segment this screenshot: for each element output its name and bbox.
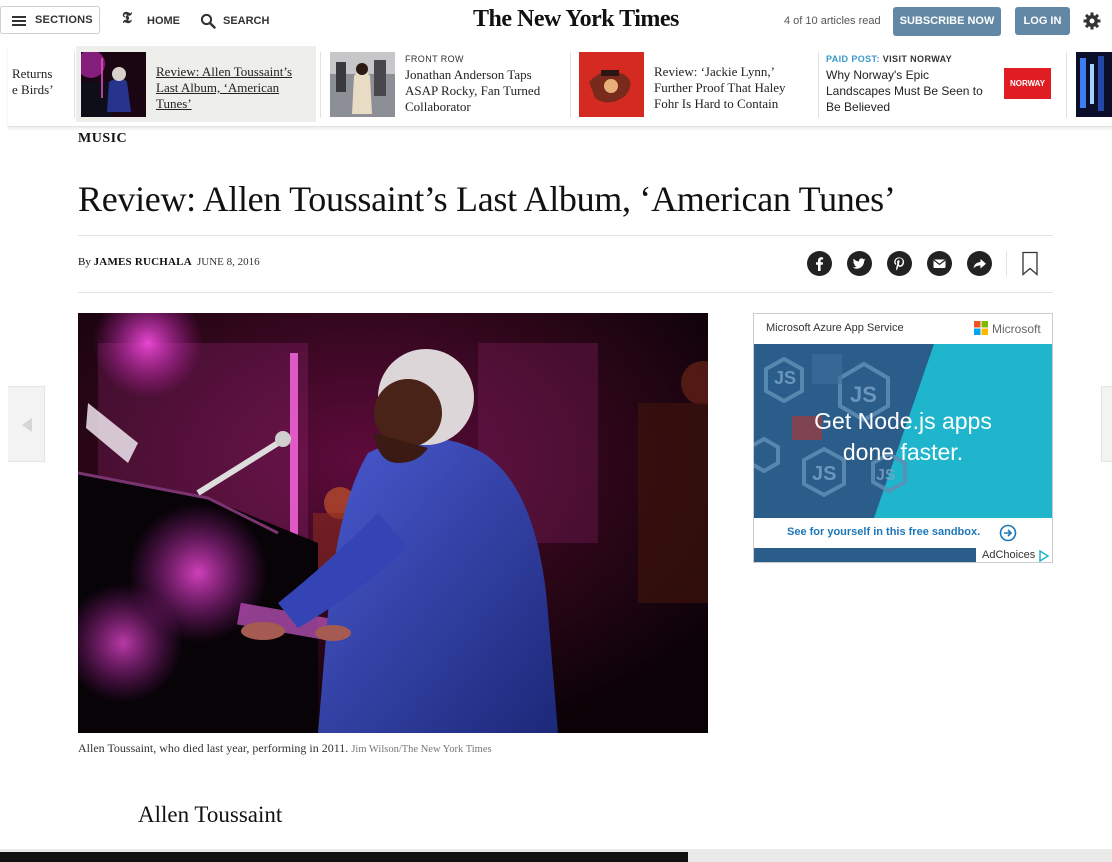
ribbon-item-paid-post[interactable]: PAID POST: VISIT NORWAY Why Norway's Epi…	[820, 46, 1064, 122]
ribbon-headline: Review: ‘Jackie Lynn,’ Further Proof That…	[654, 64, 786, 111]
gear-icon[interactable]	[1083, 12, 1101, 30]
ad-brand: Microsoft	[992, 322, 1041, 336]
ad-title: Microsoft Azure App Service	[766, 322, 904, 334]
login-button[interactable]: LOG IN	[1015, 7, 1070, 35]
ad-cta-text[interactable]: See for yourself in this free sandbox.	[787, 526, 980, 538]
byline: By JAMES RUCHALA	[78, 256, 192, 268]
toussaint-performance-photo	[78, 313, 708, 733]
ribbon-kicker: FRONT ROW	[405, 54, 464, 64]
article-photo[interactable]	[78, 313, 708, 733]
top-bar: SECTIONS 𝕿 HOME SEARCH The New York Time…	[0, 0, 1112, 44]
svg-text:JS: JS	[876, 467, 896, 484]
ribbon-kicker: PAID POST: VISIT NORWAY	[826, 54, 953, 64]
ribbon-headline: Returns e Birds’	[12, 66, 54, 97]
divider	[78, 235, 1053, 236]
ad-unit[interactable]: Microsoft Azure App Service Microsoft JS	[753, 313, 1053, 563]
ad-cta-row[interactable]: See for yourself in this free sandbox.	[754, 518, 1052, 548]
search-icon	[200, 13, 216, 29]
article-count: 4 of 10 articles read	[784, 15, 881, 27]
ad-header: Microsoft Azure App Service Microsoft	[754, 314, 1052, 344]
chevron-left-icon	[22, 418, 32, 432]
hamburger-icon	[12, 16, 26, 26]
nyt-logo[interactable]: The New York Times	[473, 6, 679, 33]
taskbar-strip	[0, 852, 688, 862]
ribbon-item-active[interactable]: Review: Allen Toussaint’s Last Album, ‘Am…	[76, 46, 316, 122]
previous-article-button[interactable]	[8, 386, 45, 462]
home-label: HOME	[147, 15, 180, 27]
concert-thumbnail	[1076, 52, 1112, 117]
photo-credit: Jim Wilson/The New York Times	[351, 744, 492, 755]
ribbon-item[interactable]: Review: ‘Jackie Lynn,’ Further Proof That…	[572, 46, 816, 122]
twitter-icon[interactable]	[847, 251, 872, 276]
ribbon-item[interactable]	[1068, 46, 1112, 122]
article-ribbon: Returns e Birds’ Review: Allen Toussaint’…	[8, 44, 1112, 127]
nyt-t-icon: 𝕿	[122, 10, 132, 27]
publish-date: JUNE 8, 2016	[197, 256, 260, 268]
article-subhead: Allen Toussaint	[138, 802, 283, 827]
album-thumbnail	[579, 52, 644, 117]
photo-caption: Allen Toussaint, who died last year, per…	[78, 741, 492, 755]
ribbon-headline: Why Norway's Epic Landscapes Must Be Seen…	[826, 68, 983, 114]
adchoices-link[interactable]: AdChoices	[976, 548, 1052, 562]
adchoices-icon	[1039, 550, 1050, 562]
search-label: SEARCH	[223, 15, 270, 27]
arrow-circle-icon[interactable]	[999, 524, 1017, 542]
ribbon-headline: Jonathan Anderson Taps ASAP Rocky, Fan Tu…	[405, 67, 541, 114]
article-headline: Review: Allen Toussaint’s Last Album, ‘A…	[78, 179, 896, 219]
ribbon-item[interactable]: Returns e Birds’	[8, 46, 74, 122]
ribbon-item[interactable]: FRONT ROW Jonathan Anderson Taps ASAP Roc…	[322, 46, 568, 122]
runway-thumbnail	[330, 52, 395, 117]
facebook-icon[interactable]	[807, 251, 832, 276]
svg-text:JS: JS	[774, 368, 796, 388]
toussaint-thumbnail	[81, 52, 146, 117]
ad-artwork: JS JS JS JS Get Node.js apps done faster…	[754, 344, 1052, 518]
ribbon-headline: Review: Allen Toussaint’s Last Album, ‘Am…	[156, 64, 293, 111]
divider	[1006, 251, 1007, 276]
divider	[78, 292, 1053, 293]
share-icon[interactable]	[967, 251, 992, 276]
norway-badge: NORWAY	[1004, 68, 1051, 99]
email-icon[interactable]	[927, 251, 952, 276]
bookmark-icon[interactable]	[1021, 251, 1039, 277]
pinterest-icon[interactable]	[887, 251, 912, 276]
next-article-button[interactable]	[1101, 386, 1112, 462]
section-label[interactable]: MUSIC	[78, 131, 127, 147]
sections-button[interactable]: SECTIONS	[0, 6, 100, 34]
svg-text:JS: JS	[850, 382, 877, 407]
ad-tagline: Get Node.js apps done faster.	[814, 408, 992, 465]
subscribe-button[interactable]: SUBSCRIBE NOW	[893, 7, 1001, 36]
microsoft-logo-icon	[974, 321, 988, 335]
sections-label: SECTIONS	[35, 14, 93, 26]
author-name[interactable]: JAMES RUCHALA	[94, 256, 192, 268]
ad-footer-strip	[754, 548, 976, 562]
